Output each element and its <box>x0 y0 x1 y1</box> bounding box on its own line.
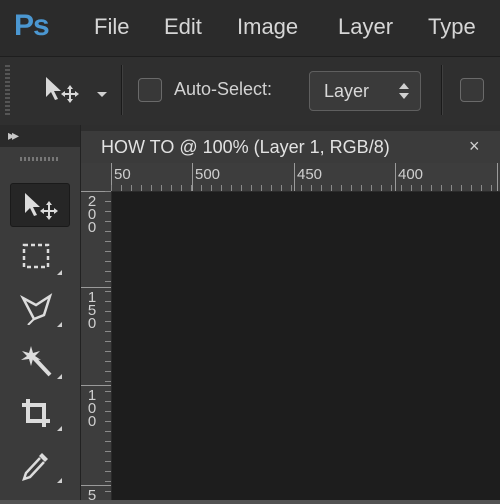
marquee-icon <box>22 243 50 269</box>
ruler-label: 500 <box>195 166 221 183</box>
tool-flyout-corner <box>57 478 62 483</box>
eyedropper-tool[interactable] <box>10 443 70 487</box>
document-tab[interactable]: HOW TO @ 100% (Layer 1, RGB/8) × <box>81 131 500 163</box>
tool-flyout-corner <box>57 270 62 275</box>
tools-panel-grip[interactable] <box>20 157 58 161</box>
eyedropper-icon <box>22 453 48 481</box>
ruler-label: 200 <box>87 193 99 236</box>
auto-select-checkbox[interactable] <box>138 78 162 102</box>
ruler-label: 100 <box>87 387 99 430</box>
vertical-ruler[interactable]: 200 150 100 5 <box>81 191 112 504</box>
ruler-minor-ticks <box>105 191 111 500</box>
tools-panel: ▸▸ <box>0 125 81 500</box>
auto-select-value: Layer <box>324 81 370 101</box>
ruler-label: 50 <box>114 166 131 183</box>
tools-panel-header: ▸▸ <box>0 125 80 147</box>
rectangular-marquee-tool[interactable] <box>10 235 70 279</box>
menu-layer[interactable]: Layer <box>338 14 393 40</box>
close-icon[interactable]: × <box>469 136 480 157</box>
options-bar: Auto-Select: Layer <box>0 56 500 126</box>
horizontal-ruler[interactable]: 50 500 450 400 <box>81 163 500 192</box>
ruler-label-vertical-text: 200 <box>87 193 97 236</box>
tool-flyout-corner <box>57 322 62 327</box>
ruler-label-vertical-text: 150 <box>87 289 97 332</box>
polygonal-lasso-icon <box>20 293 53 325</box>
menu-file[interactable]: File <box>94 14 129 40</box>
menu-bar: Ps File Edit Image Layer Type <box>0 0 500 56</box>
updown-arrows-icon <box>398 80 410 107</box>
photoshop-logo: Ps <box>14 9 50 42</box>
auto-select-dropdown[interactable]: Layer <box>309 71 421 111</box>
ruler-label: 5 <box>87 487 99 504</box>
document-tab-title: HOW TO @ 100% (Layer 1, RGB/8) <box>101 137 390 157</box>
menu-image[interactable]: Image <box>237 14 298 40</box>
auto-select-label: Auto-Select: <box>174 79 273 99</box>
ruler-label-vertical-text: 5 <box>87 487 97 504</box>
menu-type[interactable]: Type <box>428 14 476 40</box>
crop-tool[interactable] <box>10 391 70 435</box>
options-bar-grip[interactable] <box>5 65 10 115</box>
options-separator <box>121 65 122 115</box>
polygonal-lasso-tool[interactable] <box>10 287 70 331</box>
ruler-label: 450 <box>297 166 323 183</box>
magic-wand-tool[interactable] <box>10 339 70 383</box>
magic-wand-icon <box>21 346 52 377</box>
ruler-label: 400 <box>398 166 424 183</box>
options-separator <box>441 65 442 115</box>
move-tool-preset-icon[interactable] <box>42 75 82 110</box>
move-tool[interactable] <box>10 183 70 227</box>
show-transform-checkbox[interactable] <box>460 78 484 102</box>
menu-edit[interactable]: Edit <box>164 14 202 40</box>
tool-preset-chevron-down-icon[interactable] <box>96 86 108 104</box>
crop-icon <box>22 399 50 427</box>
ruler-minor-ticks <box>111 185 500 191</box>
expand-panel-icon[interactable]: ▸▸ <box>8 127 19 144</box>
tool-flyout-corner <box>57 374 62 379</box>
move-tool-icon <box>25 193 58 220</box>
document-tab-bar: HOW TO @ 100% (Layer 1, RGB/8) × <box>81 125 500 163</box>
ruler-label: 150 <box>87 289 99 332</box>
document-canvas[interactable] <box>112 192 500 500</box>
ruler-label-vertical-text: 100 <box>87 387 97 430</box>
tool-flyout-corner <box>57 426 62 431</box>
